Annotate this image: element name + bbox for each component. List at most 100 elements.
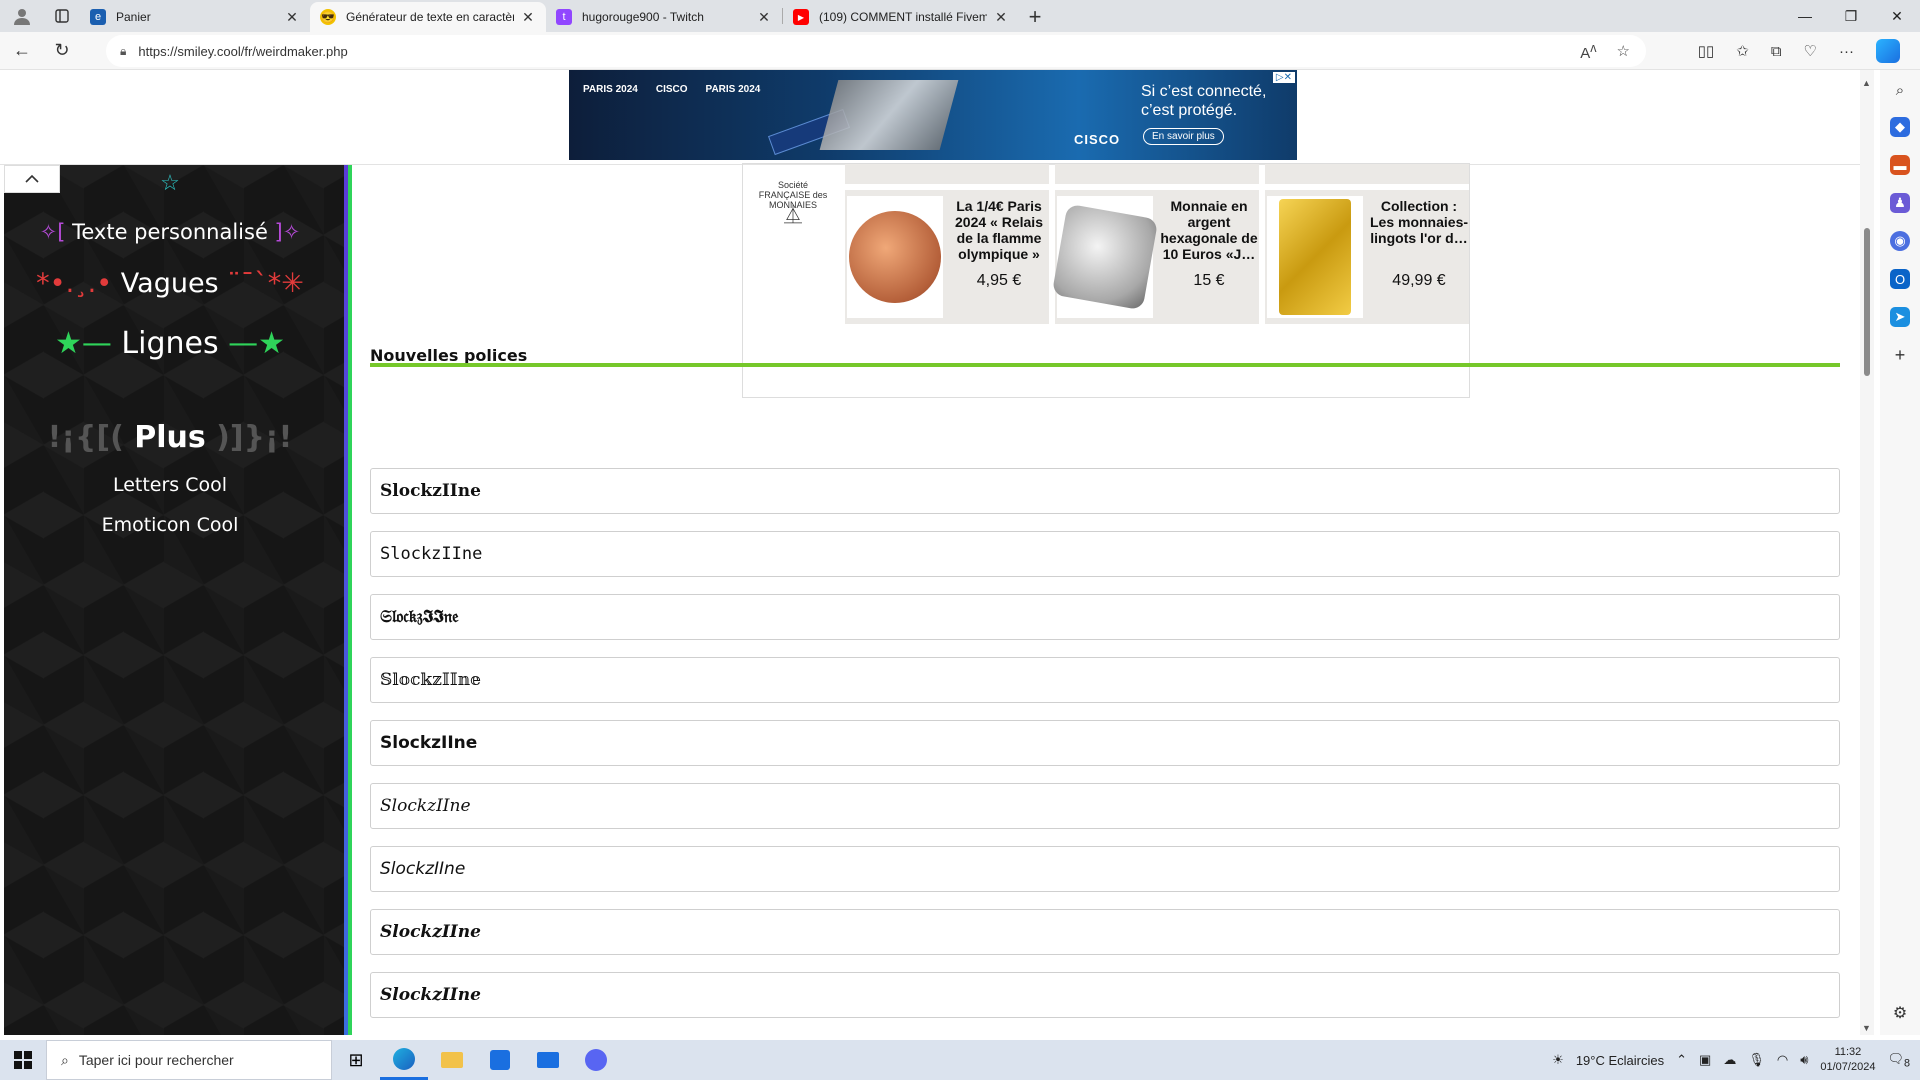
edge-page-icon: e (90, 9, 106, 25)
font-row[interactable]: SlockzIIne (370, 909, 1840, 955)
ad-logos: PARIS 2024 CISCO PARIS 2024 (583, 84, 760, 95)
page-scrollbar[interactable]: ▲ ▼ (1860, 70, 1874, 1035)
notification-count: 8 (1903, 1057, 1910, 1070)
tab-youtube[interactable]: ▶ (109) COMMENT installé Fivem S ✕ (783, 2, 1019, 32)
section-divider (370, 363, 1840, 367)
tab-generateur[interactable]: 😎 Générateur de texte en caractère ✕ (310, 2, 546, 32)
drop-icon[interactable]: ➤ (1890, 307, 1910, 327)
read-aloud-icon[interactable]: Aʌ (1580, 41, 1596, 62)
sidebar-item-lignes[interactable]: ★— Lignes —★ (0, 326, 340, 361)
satellite-image (819, 80, 959, 150)
ad-logo-paris: PARIS 2024 (583, 84, 638, 95)
microsoft365-icon[interactable]: ◉ (1890, 231, 1910, 251)
font-row[interactable]: SlockzIIne (370, 783, 1840, 829)
onedrive-icon[interactable]: ☁ (1723, 1052, 1736, 1068)
sidebar-item-letters-cool[interactable]: Letters Cool (0, 474, 340, 496)
add-sidebar-app-icon[interactable]: + (1895, 345, 1906, 366)
minimize-icon[interactable]: — (1782, 0, 1828, 32)
browser-essentials-icon[interactable]: ♡ (1804, 42, 1817, 60)
microsoft-store-icon[interactable] (476, 1040, 524, 1080)
ad-close-icon[interactable]: ▷✕ (1272, 72, 1295, 83)
deco-suffix: —★ (218, 326, 286, 361)
close-window-icon[interactable]: ✕ (1874, 0, 1920, 32)
ad-logo-paralympic: PARIS 2024 (705, 84, 761, 95)
browser-toolbar: ▯▯ ✩ ⧉ ♡ ··· (1698, 35, 1900, 67)
deco-prefix: ★— (54, 326, 122, 361)
tab-title: (109) COMMENT installé Fivem S (819, 10, 987, 24)
edge-sidebar: ⌕ ◆ ▬ ♟ ◉ O ➤ + ⚙ (1880, 70, 1920, 1035)
chevron-up-icon[interactable]: ⌃ (1676, 1052, 1687, 1068)
task-view-icon[interactable]: ⊞ (332, 1040, 380, 1080)
file-explorer-icon[interactable] (428, 1040, 476, 1080)
collections-icon[interactable]: ⧉ (1771, 43, 1782, 60)
ad-banner[interactable]: PARIS 2024 CISCO PARIS 2024 CISCO Si c’e… (569, 70, 1297, 160)
refresh-icon[interactable]: ↻ (44, 35, 80, 67)
font-row[interactable]: SlockzIIne (370, 531, 1840, 577)
scroll-down-icon[interactable]: ▼ (1862, 1023, 1871, 1033)
weather-text[interactable]: 19°C Eclaircies (1576, 1053, 1664, 1068)
clock-date: 01/07/2024 (1820, 1061, 1876, 1073)
split-screen-icon[interactable]: ▯▯ (1698, 42, 1715, 60)
outlook-icon[interactable]: O (1890, 269, 1910, 289)
url-actions: Aʌ ☆ (1580, 35, 1630, 67)
copilot-icon[interactable] (1876, 39, 1900, 63)
clock[interactable]: 11:32 01/07/2024 (1820, 1045, 1875, 1075)
meet-now-icon[interactable]: ▣ (1699, 1052, 1711, 1068)
product-price-2: 15 € (1193, 272, 1225, 289)
new-tab-button[interactable]: + (1019, 2, 1051, 32)
tab-twitch[interactable]: t hugorouge900 - Twitch ✕ (546, 2, 782, 32)
close-tab-icon[interactable]: ✕ (520, 9, 536, 26)
close-tab-icon[interactable]: ✕ (993, 9, 1009, 26)
sidebar-item-label: Texte personnalisé (72, 220, 268, 244)
scrollbar-thumb[interactable] (1864, 228, 1870, 376)
sidebar-item-plus[interactable]: !¡{[( Plus )]}¡! (0, 420, 340, 455)
favorites-icon[interactable]: ✩ (1736, 42, 1749, 60)
profile-icon[interactable] (0, 0, 44, 32)
more-menu-icon[interactable]: ··· (1839, 43, 1854, 60)
sidebar-item-vagues[interactable]: *•.¸.• Vagues ¨¯`*✳ (0, 268, 340, 299)
font-row[interactable]: SlockzIIne (370, 468, 1840, 514)
ad-text: Si c’est connecté, c’est protégé. (1141, 82, 1266, 120)
mail-icon[interactable] (524, 1040, 572, 1080)
url-input[interactable]: 🔒︎ https://smiley.cool/fr/weirdmaker.php (106, 35, 1646, 67)
ad-cta-button[interactable]: En savoir plus (1143, 128, 1224, 145)
sidebar-settings-icon[interactable]: ⚙ (1893, 1003, 1907, 1023)
sidebar-item-emoticon-cool[interactable]: Emoticon Cool (0, 514, 340, 536)
product-cell-top (1265, 164, 1469, 184)
font-row[interactable]: 𝔖𝔩𝔬𝔠𝔨𝔷𝕴𝕴𝔫𝔢 (370, 594, 1840, 640)
font-row[interactable]: SlockzIIne (370, 972, 1840, 1018)
tab-panier[interactable]: e Panier ✕ (80, 2, 310, 32)
microphone-icon[interactable]: 🎙︎ (1748, 1052, 1765, 1068)
font-row[interactable]: 𝕊𝕝𝕠𝕔𝕜𝕫𝕀𝕀𝕟𝕖 (370, 657, 1840, 703)
sidebar-item-label: Vagues (112, 268, 228, 299)
taskbar-search-input[interactable]: ⌕ Taper ici pour rechercher (46, 1040, 332, 1080)
back-icon[interactable]: ← (4, 35, 40, 67)
weather-icon[interactable]: ☀ (1552, 1052, 1564, 1068)
close-tab-icon[interactable]: ✕ (756, 9, 772, 26)
product-title-1: La 1/4€ Paris 2024 « Relais de la flamme… (955, 198, 1043, 262)
windows-start-icon[interactable] (0, 1040, 46, 1080)
sidebar-item-texte-personnalise[interactable]: ✧[ Texte personnalisé ]✧ (0, 220, 340, 244)
discord-icon[interactable] (572, 1040, 620, 1080)
font-row[interactable]: SlockzIIne (370, 720, 1840, 766)
favorite-star-icon[interactable]: ☆ (1617, 42, 1630, 60)
search-icon[interactable]: ⌕ (1896, 82, 1904, 99)
games-icon[interactable]: ♟ (1890, 193, 1910, 213)
product-title-3: Collection : Les monnaies-lingots l'or d… (1369, 198, 1469, 246)
product-image-1 (847, 196, 943, 318)
shopping-tag-icon[interactable]: ◆ (1890, 117, 1910, 137)
deco-suffix: )]}¡! (205, 420, 293, 455)
notification-icon[interactable]: 🗨︎8 (1887, 1051, 1910, 1070)
url-text: https://smiley.cool/fr/weirdmaker.php (138, 43, 348, 59)
font-row[interactable]: SlockzIIne (370, 846, 1840, 892)
ad-brand: CISCO (1074, 132, 1121, 147)
close-tab-icon[interactable]: ✕ (284, 9, 300, 26)
volume-icon[interactable]: 🔊︎ (1800, 1052, 1808, 1068)
scroll-up-icon[interactable]: ▲ (1862, 78, 1871, 88)
restore-icon[interactable]: ❐ (1828, 0, 1874, 32)
tools-icon[interactable]: ▬ (1890, 155, 1910, 175)
edge-taskbar-icon[interactable] (380, 1040, 428, 1080)
network-icon[interactable]: ◠ (1777, 1052, 1788, 1068)
lock-icon: 🔒︎ (120, 43, 127, 58)
tab-actions-icon[interactable] (44, 0, 80, 32)
